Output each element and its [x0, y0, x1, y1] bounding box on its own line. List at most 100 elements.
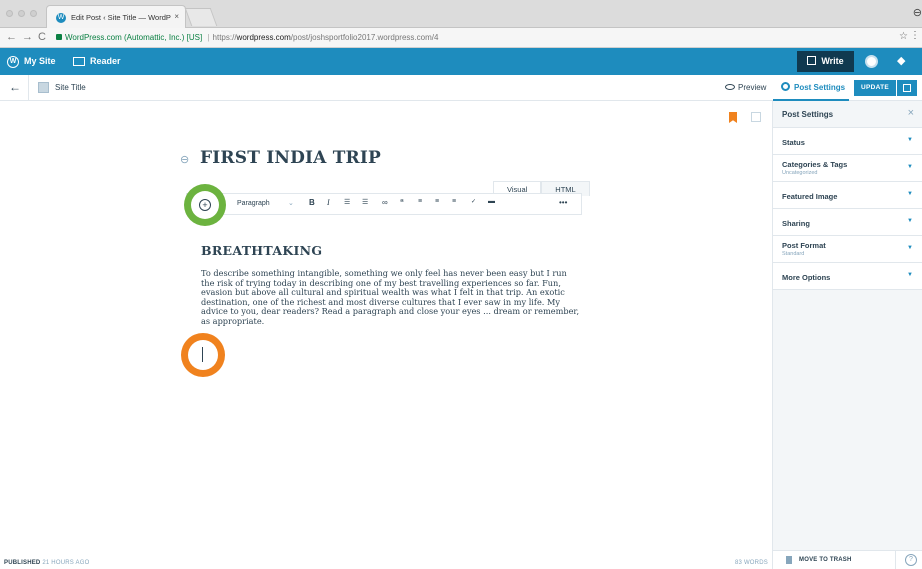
sidebar-item-post-format[interactable]: Post Format Standard ▼	[773, 236, 922, 263]
sidebar-item-label: Status	[782, 138, 805, 147]
trash-icon[interactable]	[786, 556, 792, 564]
sidebar-footer: MOVE TO TRASH ?	[773, 550, 922, 569]
wordpress-logo-icon: W	[7, 55, 19, 68]
site-title[interactable]: Site Title	[55, 83, 86, 92]
post-title[interactable]: FIRST INDIA TRIP	[200, 148, 381, 168]
site-icon	[38, 82, 49, 93]
chevron-down-icon: ▼	[907, 137, 913, 143]
update-button[interactable]: UPDATE	[854, 80, 896, 96]
chevron-down-icon: ▼	[907, 272, 913, 278]
profile-icon[interactable]: ⊖	[913, 6, 922, 19]
reload-icon[interactable]: C	[38, 31, 46, 43]
status-bar: PUBLISHED 21 HOURS AGO 83 WORDS	[0, 556, 772, 569]
bookmark-star-icon[interactable]: ☆	[899, 31, 908, 42]
content-heading[interactable]: BREATHTAKING	[201, 243, 322, 258]
numbered-list-icon[interactable]: ☰	[362, 198, 368, 206]
write-label: Write	[821, 56, 844, 66]
secure-origin-label: WordPress.com (Automattic, Inc.) [US]	[65, 33, 203, 42]
divider	[28, 75, 29, 101]
reader-label: Reader	[90, 56, 121, 66]
my-site-link[interactable]: W My Site	[7, 48, 56, 75]
add-content-highlight: +	[184, 184, 226, 226]
close-icon[interactable]: ×	[908, 107, 914, 119]
tab-title: Edit Post ‹ Site Title — WordP	[71, 13, 171, 22]
write-button[interactable]: Write	[797, 51, 854, 72]
chevron-down-icon: ▼	[907, 218, 913, 224]
more-tag-icon[interactable]: ▬	[488, 198, 495, 205]
sidebar-item-featured-image[interactable]: Featured Image ▼	[773, 182, 922, 209]
window-minimize-control[interactable]	[18, 10, 25, 17]
sidebar-item-sharing[interactable]: Sharing ▼	[773, 209, 922, 236]
window-close-control[interactable]	[6, 10, 13, 17]
avatar[interactable]	[865, 55, 878, 68]
write-icon	[807, 56, 817, 65]
sidebar-item-more-options[interactable]: More Options ▼	[773, 263, 922, 290]
browser-tab[interactable]: W Edit Post ‹ Site Title — WordP ×	[46, 5, 186, 28]
sidebar-title: Post Settings	[782, 110, 834, 119]
my-site-label: My Site	[24, 56, 56, 66]
word-count: 83 WORDS	[735, 560, 768, 566]
published-time: 21 HOURS AGO	[42, 560, 90, 566]
bold-icon[interactable]: B	[309, 198, 315, 207]
notifications-icon[interactable]: ◆	[897, 54, 905, 67]
add-content-icon[interactable]: +	[199, 199, 211, 211]
url-prefix: https://	[212, 33, 237, 42]
align-right-icon[interactable]: ≡	[452, 198, 456, 205]
reader-icon	[73, 57, 85, 67]
new-tab-button[interactable]	[184, 8, 218, 26]
tab-close-icon[interactable]: ×	[174, 12, 179, 21]
url-input[interactable]: WordPress.com (Automattic, Inc.) [US] | h…	[56, 30, 892, 45]
move-to-trash-button[interactable]: MOVE TO TRASH	[799, 557, 852, 563]
reader-link[interactable]: Reader	[73, 48, 121, 75]
preview-button[interactable]: Preview	[725, 83, 766, 92]
editor-header: ← Site Title Preview Post Settings UPDAT…	[0, 75, 922, 101]
more-options-icon[interactable]: •••	[559, 198, 567, 207]
external-link-icon[interactable]	[751, 112, 761, 122]
browser-menu-icon[interactable]: ⋮	[910, 30, 920, 41]
url-host: wordpress.com	[236, 33, 291, 42]
sidebar-item-sublabel: Uncategorized	[782, 170, 818, 176]
published-label: PUBLISHED	[4, 560, 41, 566]
formatting-toolbar: Paragraph ⌄ B I ☰ ☰ ∞ “ ≡ ≡ ≡ ✓ ▬ •••	[186, 193, 582, 215]
spellcheck-icon[interactable]: ✓	[471, 198, 476, 205]
format-select[interactable]: Paragraph	[237, 200, 270, 207]
sidebar-item-label: Categories & Tags	[782, 160, 848, 169]
url-path: /post/joshsportfolio2017.wordpress.com/4	[290, 33, 439, 42]
masterbar: W My Site Reader Write ◆	[0, 48, 922, 75]
editor-canvas: ⊖ FIRST INDIA TRIP Visual HTML Paragraph …	[0, 101, 772, 556]
help-icon[interactable]: ?	[905, 554, 917, 566]
published-status: PUBLISHED 21 HOURS AGO	[4, 560, 89, 566]
italic-icon[interactable]: I	[327, 198, 330, 207]
permalink-icon[interactable]: ⊖	[180, 153, 189, 166]
content-paragraph[interactable]: To describe something intangible, someth…	[201, 268, 581, 326]
sidebar-item-status[interactable]: Status ▼	[773, 128, 922, 155]
cursor-highlight	[181, 333, 225, 377]
sidebar-header: Post Settings ×	[773, 101, 922, 128]
blockquote-icon[interactable]: “	[400, 198, 404, 207]
sidebar-item-label: Sharing	[782, 219, 810, 228]
align-left-icon[interactable]: ≡	[418, 198, 422, 205]
chevron-down-icon[interactable]: ⌄	[288, 199, 294, 207]
back-icon[interactable]: ←	[6, 31, 17, 43]
forward-icon[interactable]: →	[22, 31, 33, 43]
post-settings-tab[interactable]: Post Settings	[773, 75, 849, 101]
preview-label: Preview	[738, 83, 767, 92]
sidebar-item-label: Featured Image	[782, 192, 838, 201]
sidebar-item-categories-tags[interactable]: Categories & Tags Uncategorized ▼	[773, 155, 922, 182]
eye-icon	[725, 84, 735, 90]
update-options-button[interactable]	[897, 80, 917, 96]
post-settings-label: Post Settings	[794, 83, 846, 92]
sidebar-item-sublabel: Standard	[782, 251, 805, 257]
browser-tab-bar: W Edit Post ‹ Site Title — WordP × ⊖	[0, 0, 922, 28]
bullet-list-icon[interactable]: ☰	[344, 198, 350, 206]
align-center-icon[interactable]: ≡	[435, 198, 439, 205]
back-arrow-icon[interactable]: ←	[9, 80, 21, 94]
link-icon[interactable]: ∞	[382, 198, 388, 207]
wordpress-favicon-icon: W	[56, 13, 66, 23]
post-settings-sidebar: Post Settings × Status ▼ Categories & Ta…	[772, 101, 922, 569]
bookmark-icon[interactable]	[729, 112, 737, 123]
text-cursor[interactable]	[202, 347, 203, 362]
window-maximize-control[interactable]	[30, 10, 37, 17]
chevron-down-icon: ▼	[907, 245, 913, 251]
chevron-down-icon: ▼	[907, 191, 913, 197]
